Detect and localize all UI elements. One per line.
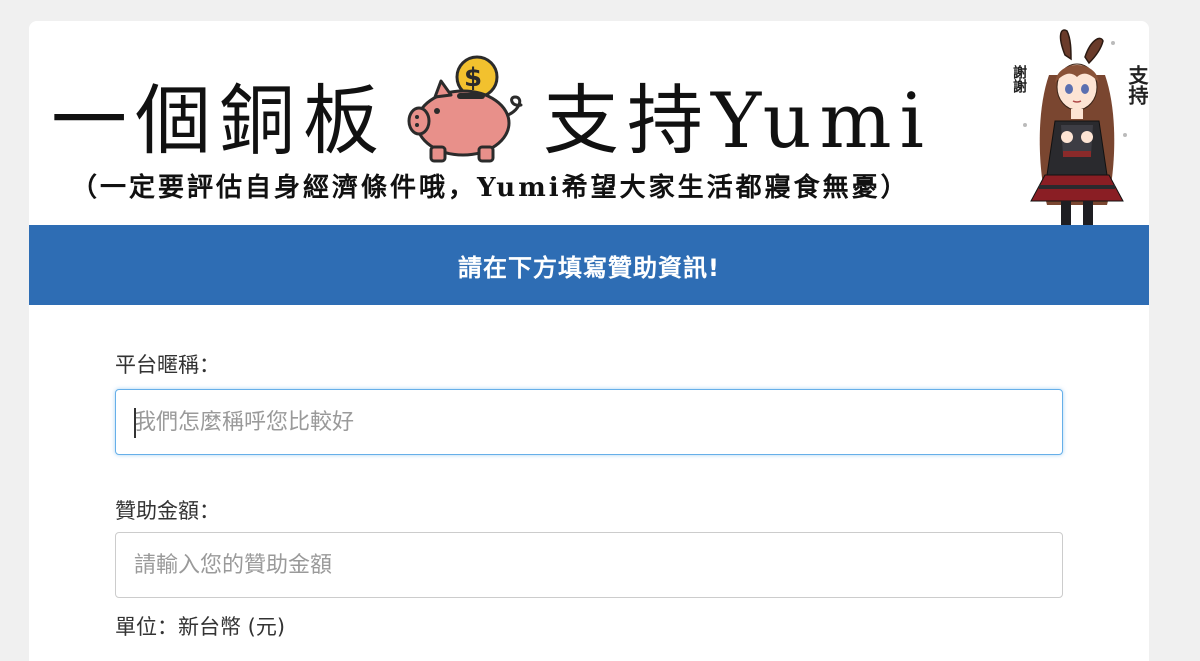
banner-subtitle: （一定要評估自身經濟條件哦，Yumi希望大家生活都寢食無憂） — [71, 173, 910, 203]
nickname-input[interactable] — [115, 389, 1063, 455]
amount-input[interactable] — [115, 532, 1063, 598]
coin-symbol: $ — [464, 63, 490, 93]
support-bubble-text: 支持 — [1125, 64, 1149, 105]
piggy-bank-icon: $ — [405, 53, 535, 163]
sponsor-banner: 一個銅板 $ 支持Yumi （一定要評估自身經濟條件哦，Yumi希望大家生活都寢… — [29, 21, 1149, 225]
amount-label: 贊助金額： — [115, 499, 220, 523]
currency-unit-text: 單位：新台幣 (元) — [115, 615, 286, 639]
thanks-bubble-text: 謝謝 — [1011, 64, 1027, 94]
form-heading: 請在下方填寫贊助資訊! — [458, 253, 720, 282]
sponsor-card: 一個銅板 $ 支持Yumi （一定要評估自身經濟條件哦，Yumi希望大家生活都寢… — [29, 21, 1149, 661]
banner-title-part2: 支持Yumi — [543, 76, 932, 165]
banner-title: 一個銅板 $ 支持Yumi — [51, 49, 932, 179]
banner-title-part1: 一個銅板 — [51, 76, 387, 165]
anime-character-illustration: 謝謝 支持 — [1005, 25, 1149, 225]
nickname-label: 平台暱稱： — [115, 353, 220, 377]
text-caret — [134, 408, 136, 438]
form-heading-bar: 請在下方填寫贊助資訊! — [29, 225, 1149, 305]
